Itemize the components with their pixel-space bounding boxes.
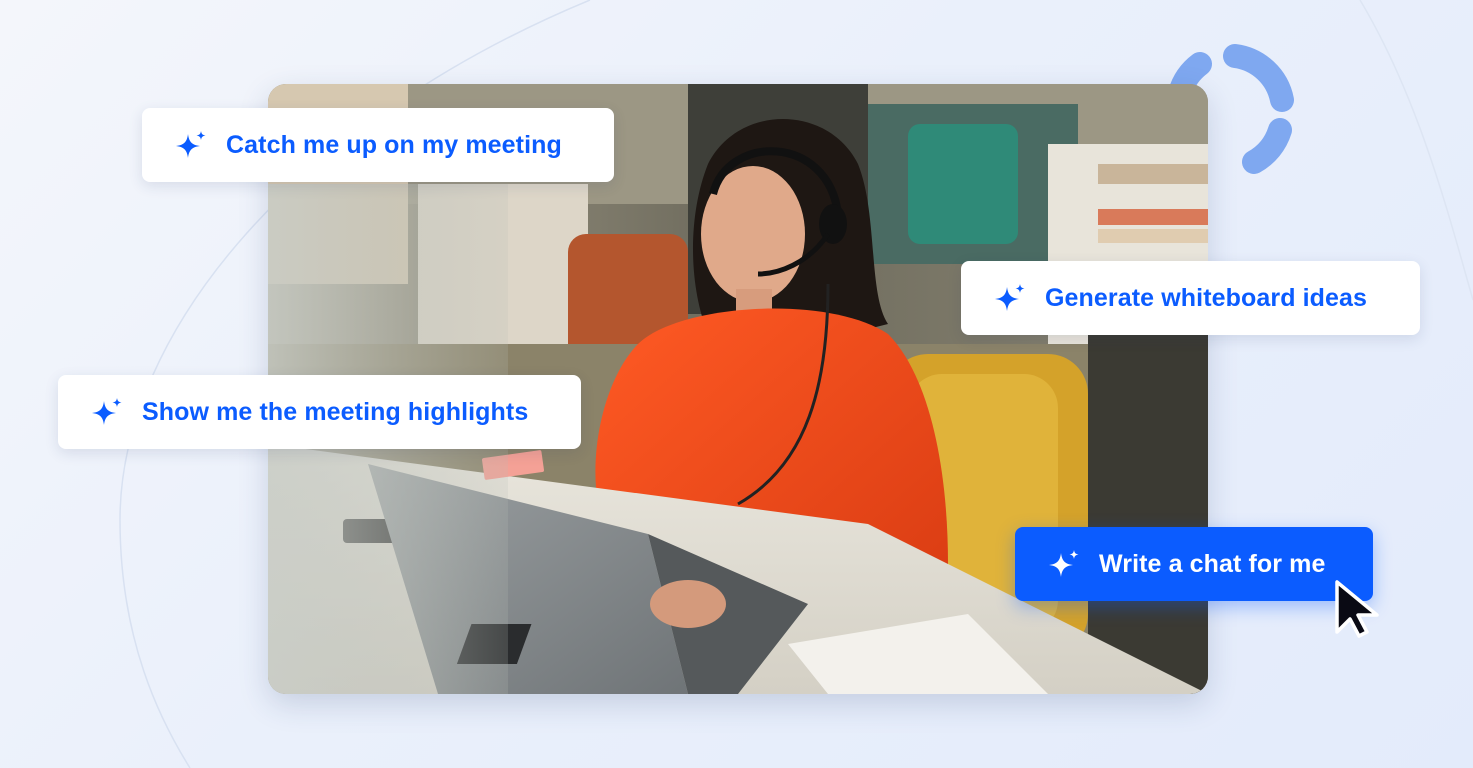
prompt-chip-label: Generate whiteboard ideas bbox=[1045, 283, 1368, 312]
sparkle-icon bbox=[993, 283, 1027, 313]
sparkle-icon bbox=[90, 397, 124, 427]
prompt-chip-catch-me-up[interactable]: Catch me up on my meeting bbox=[142, 108, 614, 182]
sparkle-icon bbox=[1047, 549, 1081, 579]
sparkle-icon bbox=[174, 130, 208, 160]
prompt-chip-label: Show me the meeting highlights bbox=[142, 397, 529, 426]
prompt-chip-meeting-highlights[interactable]: Show me the meeting highlights bbox=[58, 375, 581, 449]
prompt-chip-label: Write a chat for me bbox=[1099, 549, 1326, 578]
mouse-pointer-icon bbox=[1335, 580, 1379, 638]
prompt-chip-whiteboard-ideas[interactable]: Generate whiteboard ideas bbox=[961, 261, 1420, 335]
prompt-chip-write-chat[interactable]: Write a chat for me bbox=[1015, 527, 1373, 601]
prompt-chip-label: Catch me up on my meeting bbox=[226, 130, 562, 159]
